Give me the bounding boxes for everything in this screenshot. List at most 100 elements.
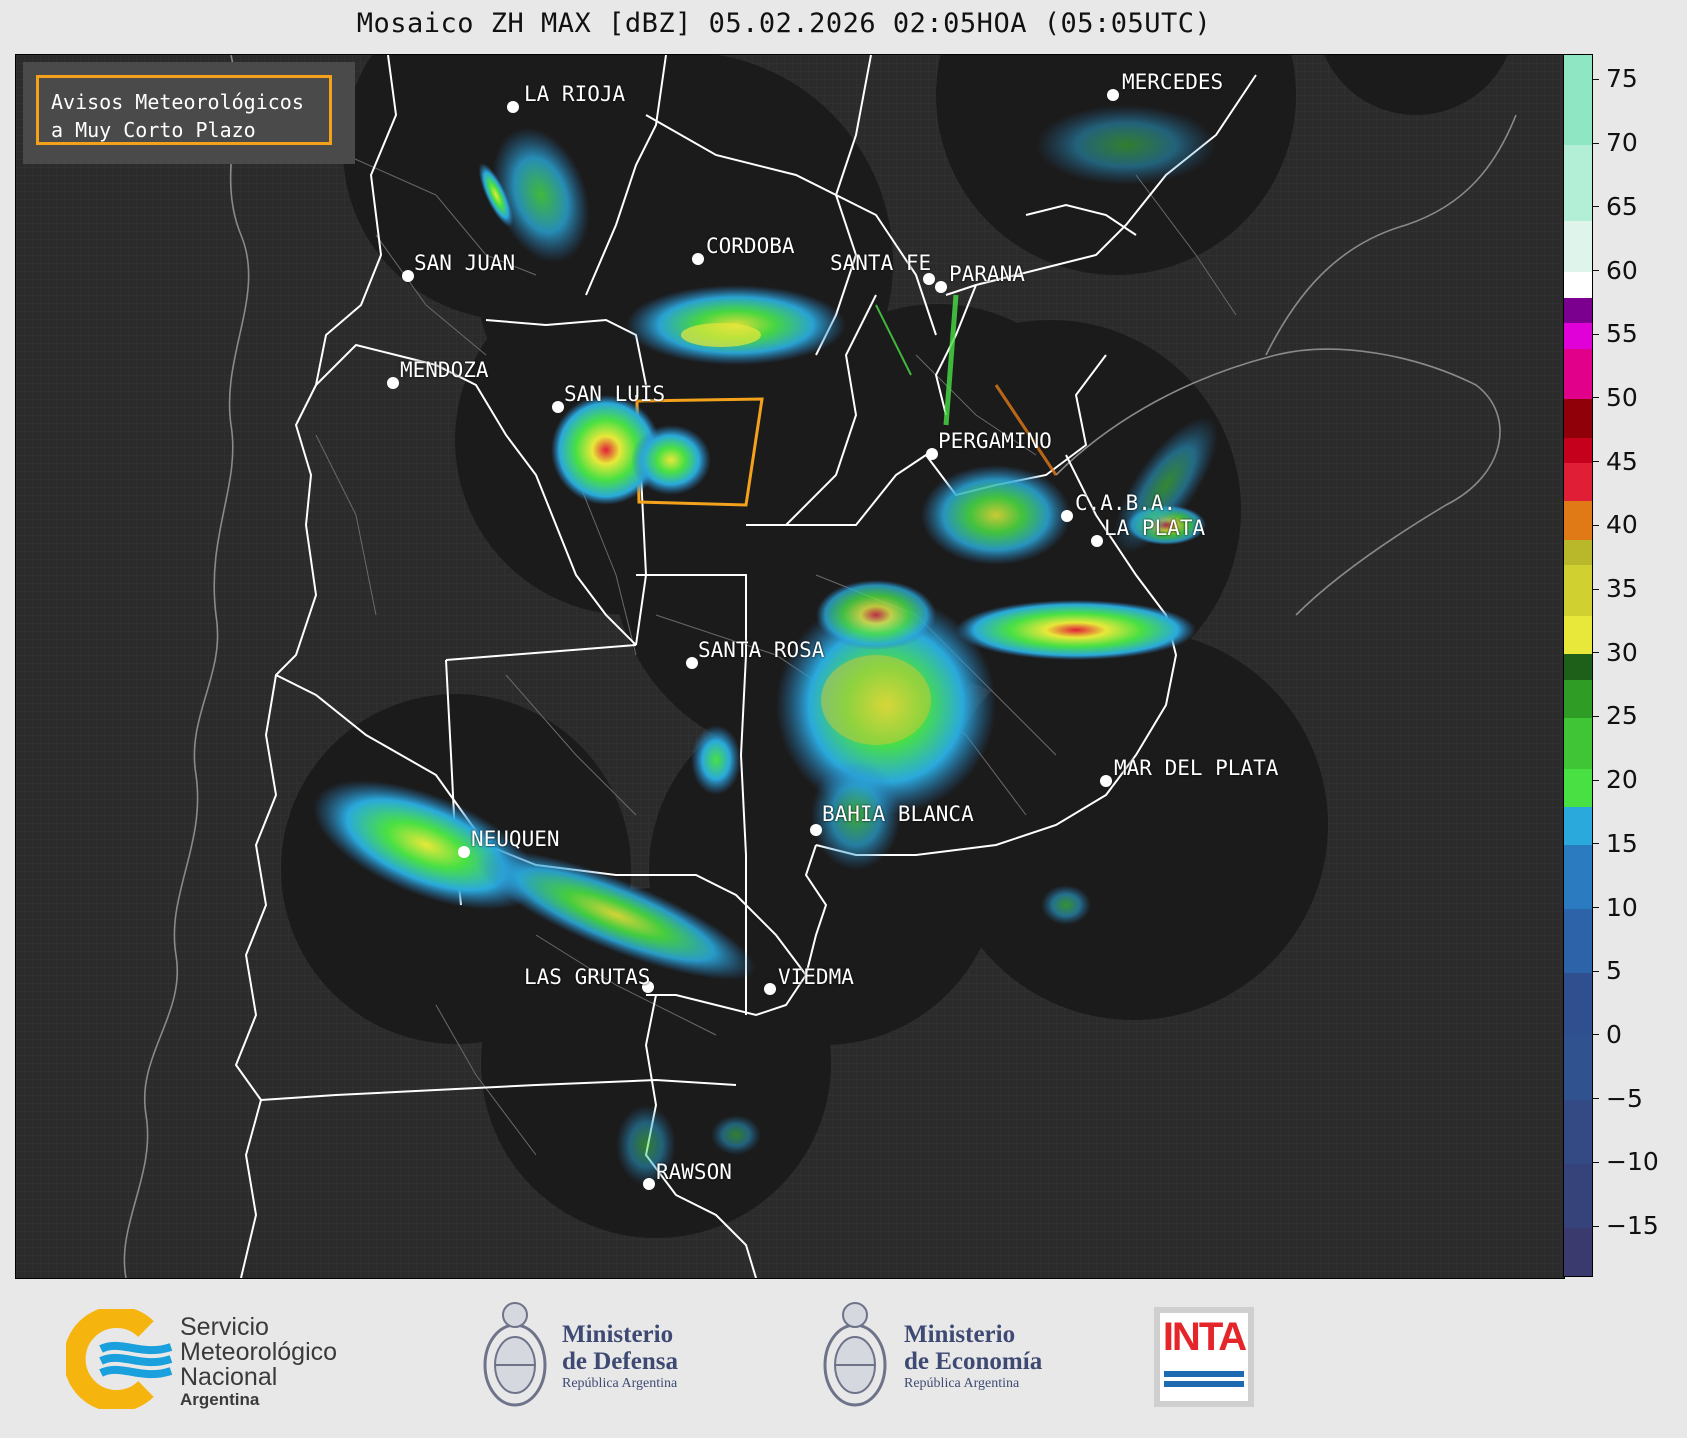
alert-legend-line1: Avisos Meteorológicos <box>51 90 304 114</box>
colorbar-segment <box>1564 768 1592 808</box>
city-marker-san-luis <box>552 401 564 413</box>
smn-logo-line2: Meteorológico <box>180 1338 338 1366</box>
city-marker-viedma <box>764 983 776 995</box>
city-marker-mar-del-plata <box>1100 775 1112 787</box>
economia-logo: Ministerio de Economía República Argenti… <box>820 1297 1060 1417</box>
city-marker-pergamino <box>926 448 938 460</box>
inta-logo: INTA <box>1154 1307 1254 1407</box>
colorbar-tick-label: −15 <box>1592 1211 1659 1240</box>
colorbar-tick-label: 55 <box>1592 319 1638 348</box>
city-marker-mendoza <box>387 377 399 389</box>
colorbar-tick-label: 35 <box>1592 574 1638 603</box>
city-marker-neuquen <box>458 846 470 858</box>
city-marker-la-plata <box>1091 535 1103 547</box>
city-marker-cordoba <box>692 253 704 265</box>
city-label-neuquen: NEUQUEN <box>471 827 560 851</box>
city-label-mendoza: MENDOZA <box>400 358 489 382</box>
smn-logo-line3: Nacional <box>180 1363 278 1391</box>
colorbar-segment <box>1564 539 1592 566</box>
colorbar-tick-label: 50 <box>1592 383 1638 412</box>
city-label-la-rioja: LA RIOJA <box>524 82 626 106</box>
city-label-santa-rosa: SANTA ROSA <box>698 638 825 662</box>
colorbar-tick-label: 20 <box>1592 765 1638 794</box>
colorbar-segment <box>1564 564 1592 617</box>
defensa-logo-line2: de Defensa <box>562 1348 678 1375</box>
city-label-rawson: RAWSON <box>656 1160 732 1184</box>
coat-of-arms-icon <box>823 1302 887 1407</box>
colorbar-segment <box>1564 1099 1592 1164</box>
colorbar-tick-label: 40 <box>1592 510 1638 539</box>
colorbar-tick-label: 0 <box>1592 1020 1622 1049</box>
economia-logo-line2: de Economía <box>904 1348 1043 1375</box>
colorbar-segment <box>1564 972 1592 1037</box>
colorbar-segment <box>1564 271 1592 298</box>
map-title: Mosaico ZH MAX [dBZ] 05.02.2026 02:05HOA… <box>356 8 1212 39</box>
colorbar-tick-label: 15 <box>1592 829 1638 858</box>
colorbar-segment <box>1564 1227 1592 1276</box>
colorbar-segment <box>1564 500 1592 540</box>
colorbar-segment <box>1564 615 1592 655</box>
colorbar-segment <box>1564 220 1592 273</box>
colorbar-tick-label: 45 <box>1592 447 1638 476</box>
city-marker-bahia-blanca <box>810 824 822 836</box>
city-label-mar-del-plata: MAR DEL PLATA <box>1114 756 1279 780</box>
colorbar-tick-label: 75 <box>1592 64 1638 93</box>
colorbar-segment <box>1564 144 1592 222</box>
colorbar-tick-label: 10 <box>1592 893 1638 922</box>
colorbar-segment <box>1564 322 1592 349</box>
city-label-parana: PARANA <box>949 262 1025 286</box>
radar-map[interactable]: LA RIOJA MERCEDES SAN JUAN CORDOBA SANTA FE P… <box>15 54 1565 1279</box>
city-marker-san-juan <box>402 270 414 282</box>
city-label-pergamino: PERGAMINO <box>938 429 1052 453</box>
colorbar-segment <box>1564 437 1592 464</box>
alert-legend-line2: a Muy Corto Plazo <box>51 118 256 142</box>
colorbar <box>1563 54 1593 1277</box>
city-label-viedma: VIEDMA <box>778 965 854 989</box>
economia-logo-line3: República Argentina <box>904 1376 1020 1391</box>
alert-legend[interactable]: Avisos Meteorológicos a Muy Corto Plazo <box>23 62 355 164</box>
smn-logo-line1: Servicio <box>180 1313 269 1341</box>
city-marker-la-rioja <box>507 101 519 113</box>
colorbar-segment <box>1564 1035 1592 1101</box>
coat-of-arms-icon <box>483 1302 547 1407</box>
colorbar-tick-label: 5 <box>1592 956 1622 985</box>
city-label-la-plata: LA PLATA <box>1104 516 1206 540</box>
city-marker-mercedes <box>1107 89 1119 101</box>
colorbar-segment <box>1564 55 1592 145</box>
colorbar-segment <box>1564 462 1592 502</box>
colorbar-tick-label: 60 <box>1592 256 1638 285</box>
colorbar-segment <box>1564 297 1592 324</box>
alert-legend-box: Avisos Meteorológicos a Muy Corto Plazo <box>36 75 332 145</box>
footer-logos: Servicio Meteorológico Nacional Argentin… <box>0 1277 1687 1438</box>
colorbar-segment <box>1564 844 1592 910</box>
city-label-san-juan: SAN JUAN <box>414 251 516 275</box>
city-marker-c-a-b-a <box>1061 510 1073 522</box>
colorbar-segment <box>1564 717 1592 769</box>
colorbar-tick-label: −5 <box>1592 1084 1643 1113</box>
city-marker-santa-rosa <box>686 657 698 669</box>
colorbar-segment <box>1564 679 1592 718</box>
defensa-logo-line3: República Argentina <box>562 1376 678 1391</box>
colorbar-segment <box>1564 398 1592 438</box>
city-label-santa-fe: SANTA FE <box>830 251 932 275</box>
defensa-logo-line1: Ministerio <box>562 1321 674 1348</box>
colorbar-segment <box>1564 653 1592 680</box>
city-label-bahia-blanca: BAHIA BLANCA <box>822 802 974 826</box>
city-label-san-luis: SAN LUIS <box>564 382 666 406</box>
inta-logo-label: INTA <box>1162 1315 1247 1359</box>
smn-logo-icon <box>66 1309 173 1409</box>
colorbar-segment <box>1564 348 1592 400</box>
city-marker-parana <box>935 281 947 293</box>
colorbar-segment <box>1564 1163 1592 1228</box>
city-marker-rawson <box>643 1178 655 1190</box>
colorbar-tick-label: −10 <box>1592 1147 1659 1176</box>
city-label-cordoba: CORDOBA <box>706 234 795 258</box>
colorbar-tick-label: 70 <box>1592 128 1638 157</box>
city-label-las-grutas: LAS GRUTAS <box>524 965 651 989</box>
smn-logo: Servicio Meteorológico Nacional Argentin… <box>66 1309 386 1409</box>
smn-logo-line4: Argentina <box>180 1390 260 1409</box>
colorbar-tick-label: 30 <box>1592 638 1638 667</box>
city-label-mercedes: MERCEDES <box>1122 70 1224 94</box>
defensa-logo: Ministerio de Defensa República Argentin… <box>480 1297 720 1417</box>
colorbar-segment <box>1564 806 1592 846</box>
